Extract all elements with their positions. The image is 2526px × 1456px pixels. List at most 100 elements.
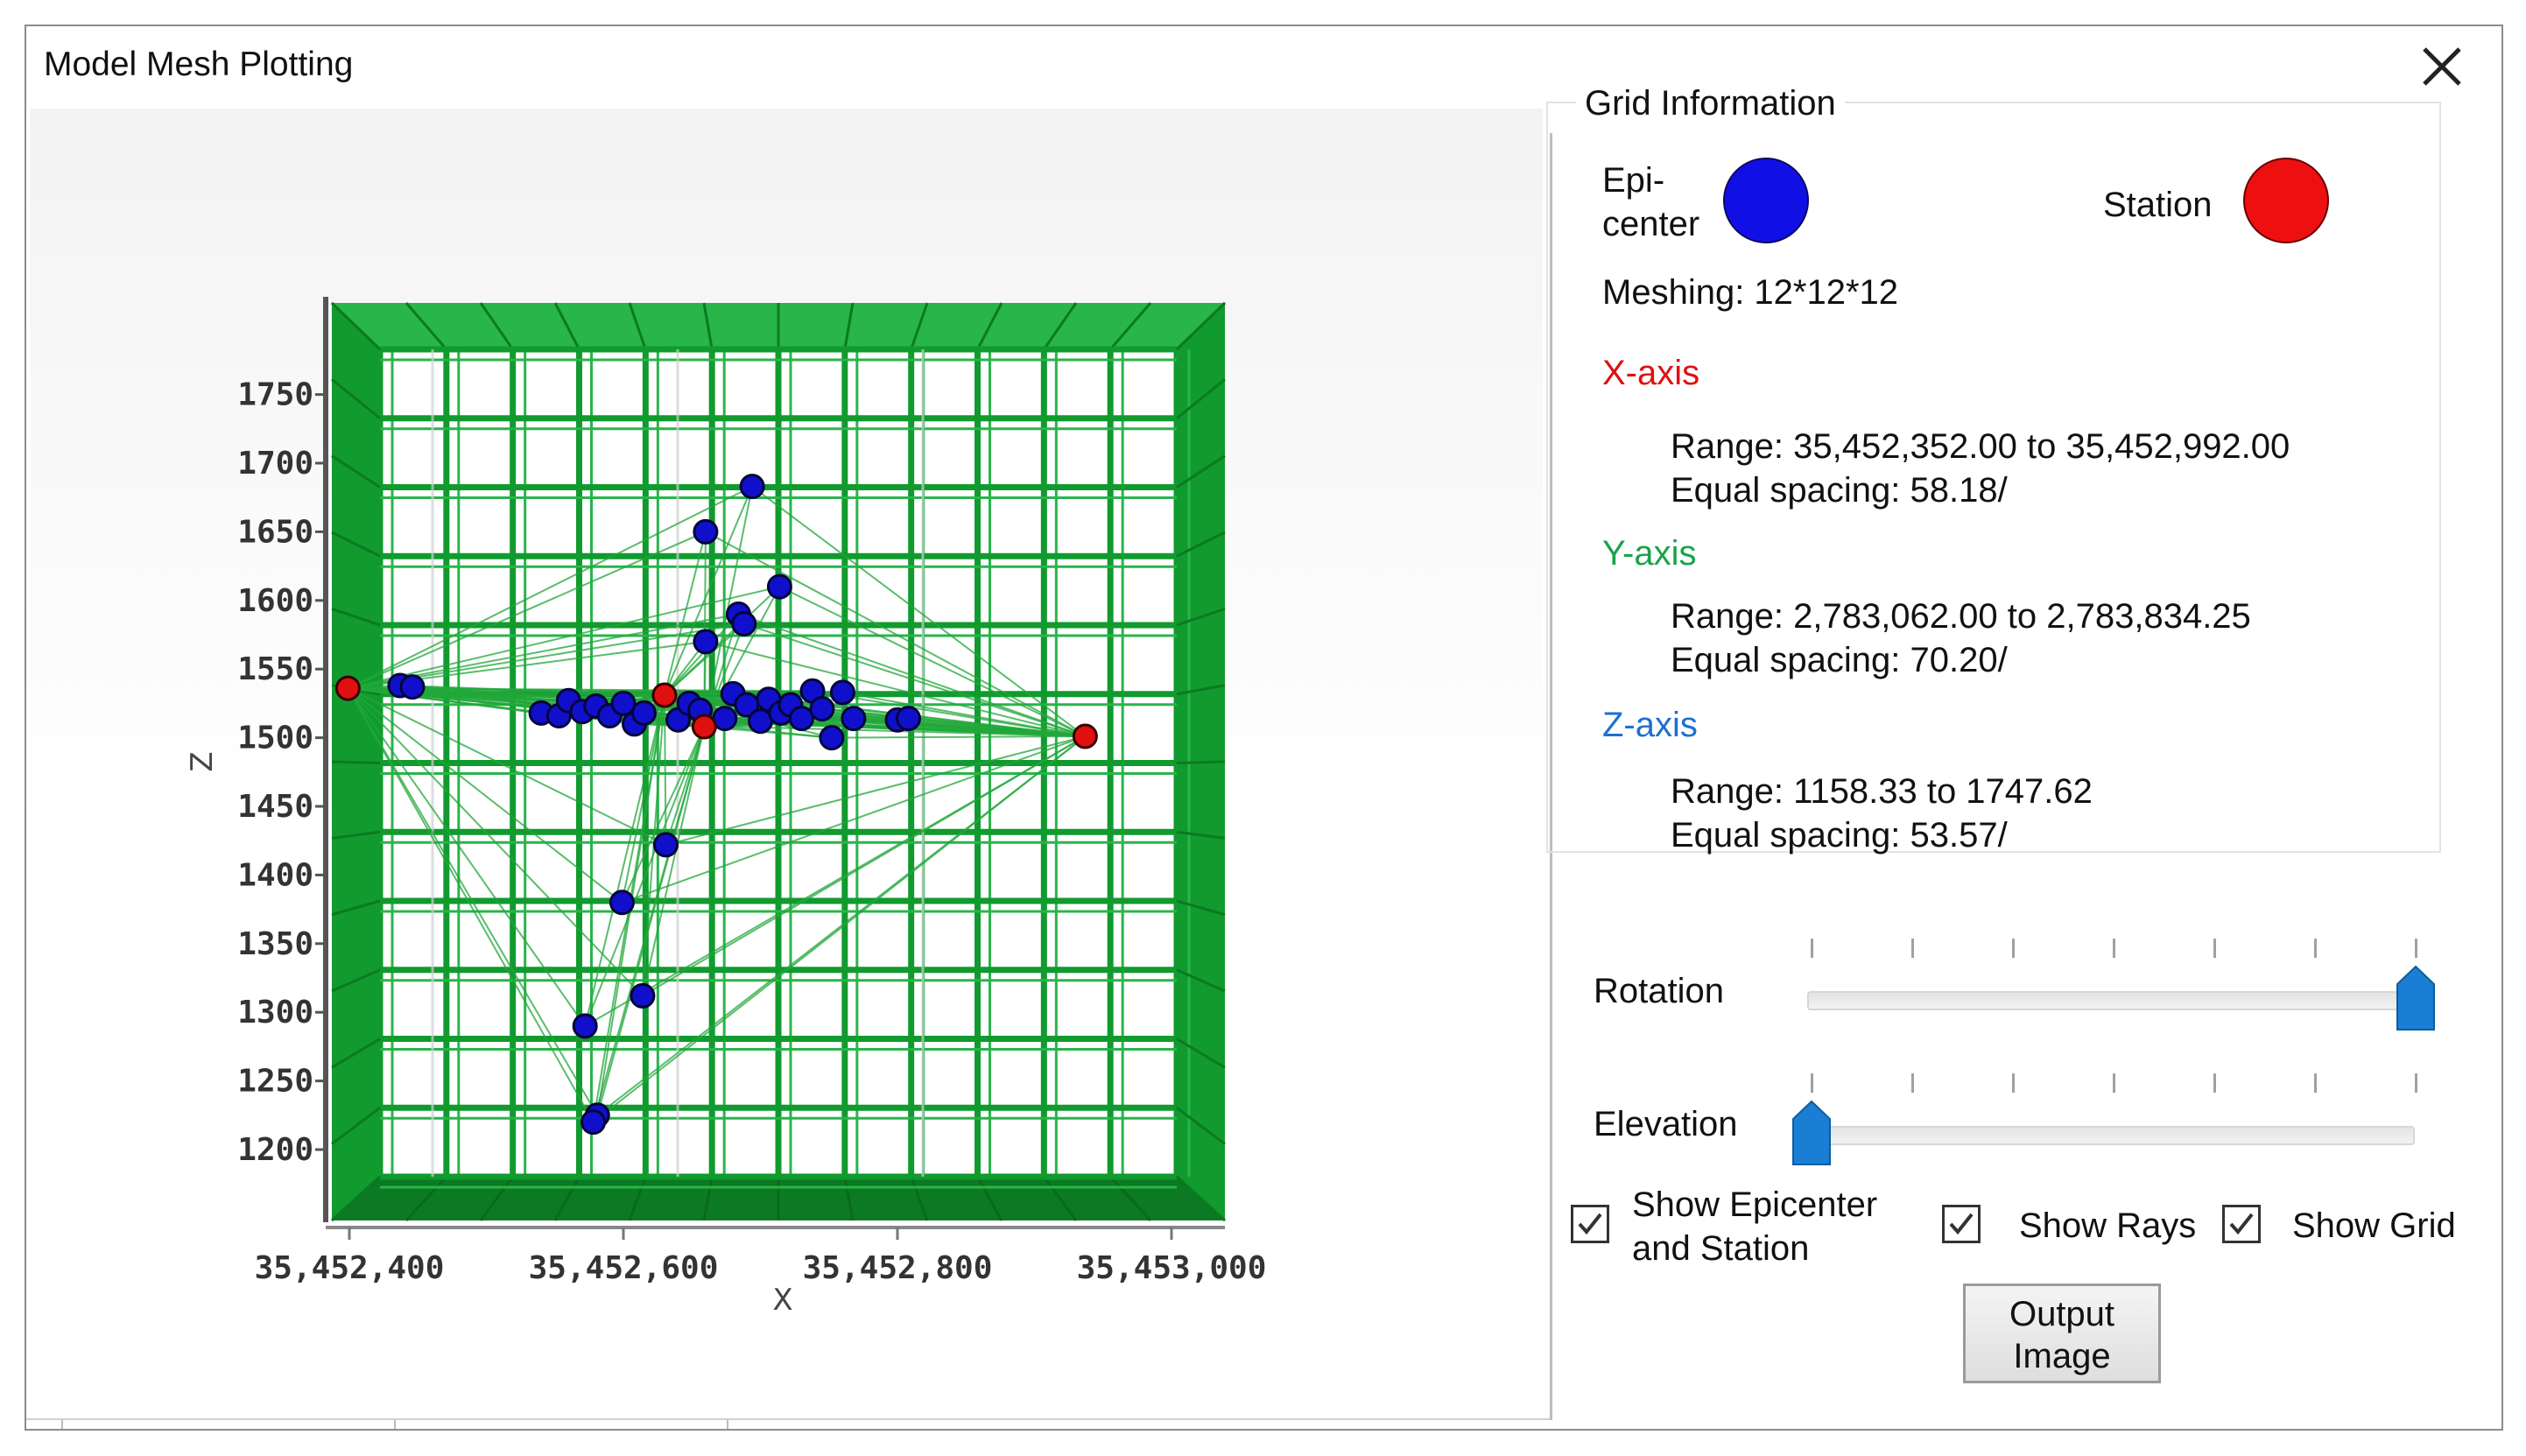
rotation-slider-track[interactable] bbox=[1807, 991, 2415, 1010]
epicenter-point bbox=[766, 573, 792, 600]
x-tick-label: 35,452,600 bbox=[529, 1250, 719, 1286]
show-grid-label[interactable]: Show Grid bbox=[2292, 1206, 2456, 1246]
x-axis-spacing: Equal spacing: 58.18/ bbox=[1671, 471, 2008, 510]
rotation-tick bbox=[2213, 939, 2216, 958]
plot-area[interactable]: 1200 1250 1300 1350 1400 1450 1500 1550 1600 1650… bbox=[30, 109, 1543, 1422]
meshing-text: Meshing: 12*12*12 bbox=[1602, 273, 1899, 312]
rotation-tick bbox=[1811, 939, 1813, 958]
checkmark-icon bbox=[1949, 1213, 1974, 1235]
elevation-tick bbox=[2213, 1073, 2216, 1093]
elevation-tick bbox=[2415, 1073, 2417, 1093]
elevation-tick bbox=[2314, 1073, 2317, 1093]
rotation-tick bbox=[2415, 939, 2417, 958]
station-point bbox=[691, 714, 717, 740]
station-swatch bbox=[2243, 158, 2329, 243]
y-axis-spacing: Equal spacing: 70.20/ bbox=[1671, 641, 2008, 679]
rotation-tick bbox=[2012, 939, 2015, 958]
z-tick-label: 1700 bbox=[237, 446, 313, 482]
x-axis-range: Range: 35,452,352.00 to 35,452,992.00 bbox=[1671, 427, 2290, 466]
y-axis-title: Y-axis bbox=[1602, 534, 1697, 573]
elevation-label: Elevation bbox=[1594, 1105, 1738, 1143]
close-icon bbox=[2423, 47, 2461, 86]
elevation-tick bbox=[1811, 1073, 1813, 1093]
epicenter-point bbox=[829, 679, 855, 706]
x-axis-title: X-axis bbox=[1602, 354, 1700, 392]
close-button[interactable] bbox=[2414, 39, 2470, 95]
z-axis-range: Range: 1158.33 to 1747.62 bbox=[1671, 772, 2093, 811]
title-bar: Model Mesh Plotting bbox=[26, 26, 2501, 107]
x-tick-label: 35,452,800 bbox=[803, 1250, 993, 1286]
output-button-line2: Image bbox=[2013, 1337, 2111, 1375]
show-epicenter-label-line1[interactable]: Show Epicenter bbox=[1632, 1185, 1877, 1225]
z-tick-label: 1550 bbox=[237, 651, 313, 687]
show-rays-label[interactable]: Show Rays bbox=[2019, 1206, 2196, 1246]
epicenter-point bbox=[896, 706, 922, 732]
epicenter-point bbox=[399, 674, 426, 700]
rotation-label: Rotation bbox=[1594, 972, 1724, 1010]
strip-tick bbox=[727, 1420, 728, 1429]
epicenter-point bbox=[580, 1109, 607, 1136]
x-tick-label: 35,453,000 bbox=[1077, 1250, 1267, 1286]
epicenter-point bbox=[739, 474, 765, 500]
epicenter-point bbox=[630, 700, 657, 726]
show-epicenter-label-line2[interactable]: and Station bbox=[1632, 1229, 1809, 1269]
rotation-tick bbox=[2314, 939, 2317, 958]
rotation-tick bbox=[2113, 939, 2115, 958]
z-tick-label: 1650 bbox=[237, 514, 313, 550]
z-axis-title: Z bbox=[185, 751, 220, 771]
z-tick-label: 1250 bbox=[237, 1064, 313, 1100]
z-axis-title: Z-axis bbox=[1602, 706, 1698, 744]
grid-line-bevel bbox=[1176, 760, 1226, 764]
station-point bbox=[651, 682, 678, 708]
checkmark-icon bbox=[1578, 1213, 1602, 1235]
epicenter-point bbox=[819, 725, 845, 751]
strip-tick bbox=[61, 1420, 63, 1429]
epicenter-point bbox=[572, 1013, 598, 1039]
elevation-tick bbox=[1911, 1073, 1914, 1093]
mesh-plot: 1200 1250 1300 1350 1400 1450 1500 1550 1600 1650… bbox=[185, 297, 1267, 1318]
output-button-line1: Output bbox=[2009, 1295, 2115, 1333]
z-tick-label: 1600 bbox=[237, 583, 313, 619]
x-tick-label: 35,452,400 bbox=[255, 1250, 445, 1286]
z-tick-label: 1350 bbox=[237, 926, 313, 962]
station-label: Station bbox=[2103, 186, 2213, 224]
show-grid-checkbox[interactable] bbox=[2222, 1205, 2261, 1243]
z-tick-label: 1750 bbox=[237, 377, 313, 413]
epicenter-point bbox=[809, 696, 835, 722]
y-axis-range: Range: 2,783,062.00 to 2,783,834.25 bbox=[1671, 597, 2251, 636]
show-epicenter-checkbox[interactable] bbox=[1571, 1205, 1609, 1243]
z-axis-spacing: Equal spacing: 53.57/ bbox=[1671, 816, 2008, 855]
window-title: Model Mesh Plotting bbox=[44, 46, 354, 83]
strip-tick bbox=[394, 1420, 396, 1429]
epicenter-point bbox=[693, 518, 719, 545]
z-tick-label: 1300 bbox=[237, 995, 313, 1030]
epicenter-point bbox=[630, 982, 656, 1009]
show-rays-checkbox[interactable] bbox=[1942, 1205, 1981, 1243]
epicenter-label-line2: center bbox=[1602, 205, 1700, 243]
elevation-tick bbox=[2012, 1073, 2015, 1093]
grid-line-bevel bbox=[331, 760, 381, 764]
z-tick-label: 1450 bbox=[237, 789, 313, 825]
z-tick-label: 1400 bbox=[237, 857, 313, 893]
station-point bbox=[1072, 723, 1098, 749]
station-point bbox=[334, 675, 361, 701]
slider-thumb-icon bbox=[1792, 1100, 1831, 1165]
epicenter-point bbox=[653, 832, 679, 858]
epicenter-swatch bbox=[1723, 158, 1809, 243]
elevation-slider-thumb[interactable] bbox=[1791, 1100, 1832, 1166]
bottom-scroll-strip bbox=[26, 1418, 1550, 1429]
output-image-button[interactable]: Output Image bbox=[1963, 1284, 2161, 1383]
elevation-tick bbox=[2113, 1073, 2115, 1093]
epicenter-point bbox=[693, 629, 719, 655]
rotation-tick bbox=[1911, 939, 1914, 958]
elevation-slider-track[interactable] bbox=[1807, 1126, 2415, 1145]
group-title: Grid Information bbox=[1576, 84, 1845, 123]
epicenter-label-line1: Epi- bbox=[1602, 161, 1665, 200]
epicenter-point bbox=[731, 610, 757, 637]
epicenter-point bbox=[841, 706, 867, 732]
slider-thumb-icon bbox=[2396, 965, 2435, 1030]
rotation-slider-thumb[interactable] bbox=[2396, 965, 2436, 1031]
z-tick-label: 1500 bbox=[237, 721, 313, 756]
x-axis-title: X bbox=[772, 1283, 792, 1318]
checkmark-icon bbox=[2229, 1213, 2254, 1235]
